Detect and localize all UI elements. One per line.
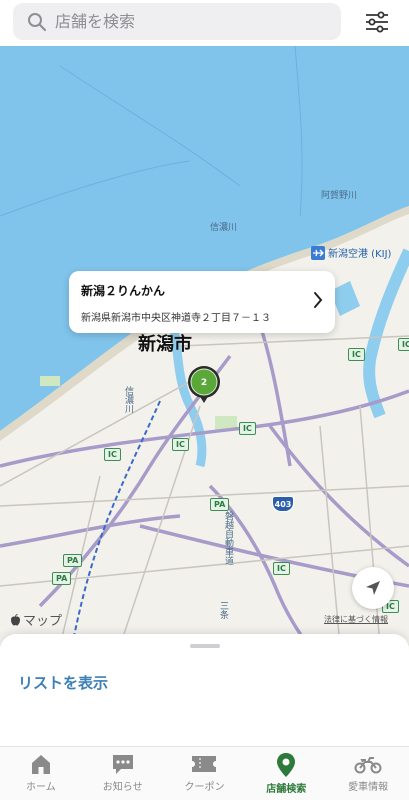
maps-attribution: マップ	[10, 610, 62, 629]
tab-news[interactable]: お知らせ	[82, 747, 164, 800]
ic-badge: IC	[104, 448, 121, 461]
apple-logo-icon	[11, 613, 20, 625]
store-callout[interactable]: 新潟２りんかん 新潟県新潟市中央区神道寺２丁目７－１３	[69, 271, 335, 333]
chat-icon	[112, 755, 133, 774]
ic-badge: IC	[398, 338, 409, 351]
motorcycle-icon	[354, 757, 382, 774]
map-label: 信濃川	[210, 223, 238, 233]
tab-label: クーポン	[184, 782, 225, 793]
location-pin-icon	[277, 753, 296, 777]
search-bar[interactable]	[13, 3, 341, 40]
filter-button[interactable]	[360, 6, 394, 38]
sliders-icon	[366, 11, 388, 33]
city-label: 新潟市	[138, 334, 192, 355]
tab-label: ホーム	[26, 782, 56, 793]
bottom-sheet[interactable]: リストを表示	[0, 634, 409, 746]
maps-brand: マップ	[23, 614, 63, 629]
show-list-button[interactable]: リストを表示	[18, 672, 108, 693]
ic-badge: IC	[239, 422, 256, 435]
ic-badge: IC	[172, 438, 189, 451]
airport-name: 新潟空港 (KIJ)	[328, 249, 392, 260]
store-logo-icon: 2	[188, 366, 220, 403]
ic-badge: IC	[273, 562, 290, 575]
svg-text:2: 2	[201, 378, 207, 388]
tab-my-bike[interactable]: 愛車情報	[327, 747, 409, 800]
pa-badge: PA	[52, 572, 72, 585]
map-base	[0, 46, 409, 646]
sheet-grabber[interactable]	[190, 644, 220, 648]
location-arrow-icon	[366, 581, 380, 595]
header	[0, 0, 409, 46]
route-number: 403	[274, 499, 292, 509]
store-search-screen: 信濃川 阿賀野川 信濃川 磐越自動車道 三条 新潟空港 (KIJ) 新潟市 IC…	[0, 0, 409, 800]
tab-label: お知らせ	[102, 782, 143, 793]
store-address: 新潟県新潟市中央区神道寺２丁目７－１３	[81, 313, 271, 324]
tab-store-search[interactable]: 店舗検索	[245, 747, 327, 800]
map-label: 信濃川	[123, 386, 133, 413]
tab-label: 店舗検索	[266, 784, 307, 795]
current-location-button[interactable]	[352, 567, 394, 609]
ticket-icon	[192, 756, 217, 772]
tab-label: 愛車情報	[348, 782, 389, 793]
airport-label: 新潟空港 (KIJ)	[311, 245, 391, 260]
store-name: 新潟２りんかん	[81, 284, 166, 298]
pa-badge: PA	[63, 554, 83, 567]
tab-bar: ホーム お知らせ クーポン 店舗検索 愛車情報	[0, 746, 409, 800]
map-label: 三条	[218, 601, 228, 619]
chevron-right-icon	[314, 292, 323, 308]
tab-coupon[interactable]: クーポン	[164, 747, 246, 800]
search-input[interactable]	[55, 12, 315, 31]
search-icon	[28, 12, 47, 31]
home-icon	[31, 755, 50, 774]
store-pin[interactable]: 2	[184, 365, 224, 405]
legal-link[interactable]: 法律に基づく情報	[324, 614, 388, 625]
airplane-icon	[311, 245, 325, 260]
pa-badge: PA	[210, 498, 230, 511]
tab-home[interactable]: ホーム	[0, 747, 82, 800]
route-shield: 403	[272, 496, 294, 512]
ic-badge: IC	[348, 348, 365, 361]
map-label: 磐越自動車道	[223, 511, 233, 565]
map-label: 阿賀野川	[321, 191, 358, 201]
map-view[interactable]: 信濃川 阿賀野川 信濃川 磐越自動車道 三条 新潟空港 (KIJ) 新潟市 IC…	[0, 46, 409, 646]
